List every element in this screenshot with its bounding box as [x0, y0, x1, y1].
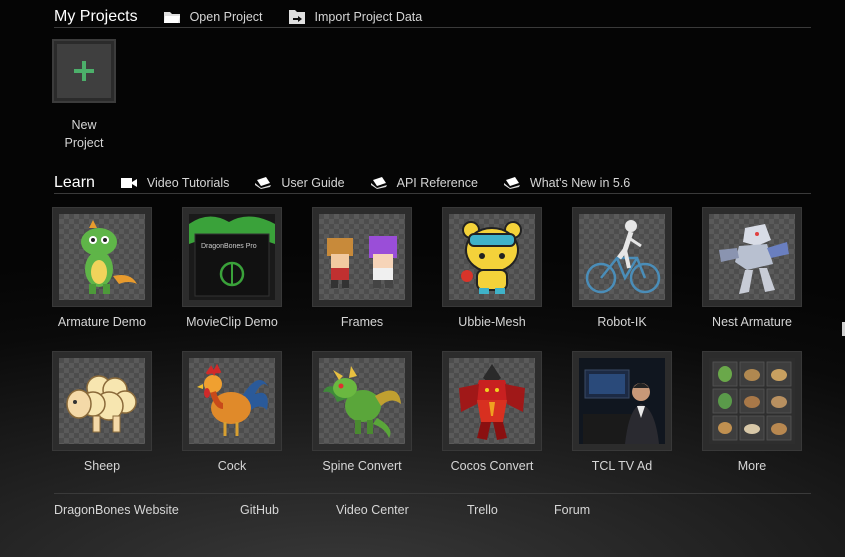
tile-sheep[interactable]: Sheep	[52, 351, 152, 473]
footer-links: DragonBones Website GitHub Video Center …	[54, 493, 811, 517]
book-icon	[255, 176, 272, 189]
new-project-button[interactable]	[52, 39, 116, 103]
user-guide-link[interactable]: User Guide	[255, 176, 345, 190]
open-project-link[interactable]: Open Project	[163, 10, 263, 24]
red-demon-icon	[459, 364, 525, 440]
dragon-character-icon	[81, 220, 137, 294]
book-icon	[370, 176, 387, 189]
pixel-characters-icon	[327, 236, 397, 288]
whats-new-link[interactable]: What's New in 5.6	[503, 176, 630, 190]
video-camera-icon	[120, 177, 137, 188]
green-dragon-icon	[323, 366, 401, 438]
tile-spine-convert[interactable]: Spine Convert	[312, 351, 412, 473]
new-project-label: New Project	[64, 118, 104, 150]
trello-link[interactable]: Trello	[467, 503, 554, 517]
dragonbones-pro-box-icon: DragonBones Pro	[189, 216, 275, 297]
sheep-icon	[66, 375, 137, 433]
svg-text:DragonBones Pro: DragonBones Pro	[201, 243, 257, 250]
import-project-link[interactable]: Import Project Data	[288, 9, 422, 24]
more-thumbnails-icon	[712, 361, 792, 441]
tile-tcl-tv-ad[interactable]: TCL TV Ad	[572, 351, 672, 473]
rooster-icon	[197, 363, 269, 436]
folder-icon	[163, 11, 180, 23]
learn-header: Learn Video Tutorials User Guide API Ref…	[54, 172, 811, 194]
tile-cock[interactable]: Cock	[182, 351, 282, 473]
plus-icon	[74, 61, 94, 81]
mech-robot-icon	[719, 224, 789, 294]
my-projects-title: My Projects	[54, 7, 138, 25]
tile-frames[interactable]: Frames	[312, 207, 412, 329]
tile-more[interactable]: More	[702, 351, 802, 473]
tile-movieclip-demo[interactable]: DragonBones Pro MovieClip Demo	[182, 207, 282, 329]
yellow-bear-icon	[461, 221, 522, 294]
api-reference-link[interactable]: API Reference	[370, 176, 478, 190]
book-icon	[503, 176, 520, 189]
github-link[interactable]: GitHub	[240, 503, 336, 517]
my-projects-header: My Projects Open Project Import Project …	[54, 6, 811, 28]
video-tutorials-link[interactable]: Video Tutorials	[120, 176, 229, 190]
video-center-link[interactable]: Video Center	[336, 503, 467, 517]
import-icon	[288, 9, 305, 24]
tile-nest-armature[interactable]: Nest Armature	[702, 207, 802, 329]
learn-title: Learn	[54, 173, 95, 191]
demo-grid: Armature Demo DragonBones Pro MovieClip …	[52, 207, 802, 473]
tile-cocos-convert[interactable]: Cocos Convert	[442, 351, 542, 473]
tile-robot-ik[interactable]: Robot-IK	[572, 207, 672, 329]
tile-ubbie-mesh[interactable]: Ubbie-Mesh	[442, 207, 542, 329]
robot-bicycle-icon	[585, 220, 661, 294]
dragonbones-website-link[interactable]: DragonBones Website	[54, 503, 240, 517]
tv-ad-photo-icon	[579, 358, 665, 444]
forum-link[interactable]: Forum	[554, 503, 590, 517]
tile-armature-demo[interactable]: Armature Demo	[52, 207, 152, 329]
